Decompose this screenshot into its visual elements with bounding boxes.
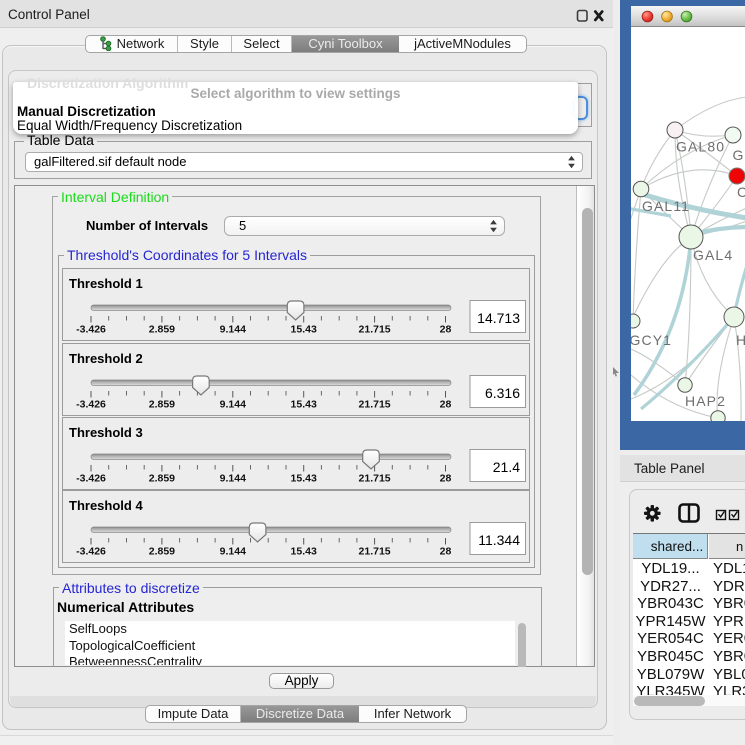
svg-text:G.: G. [733, 147, 745, 163]
svg-text:-3.426: -3.426 [76, 473, 106, 485]
svg-text:15.43: 15.43 [291, 546, 317, 558]
svg-text:9.144: 9.144 [220, 473, 246, 485]
svg-text:28: 28 [440, 546, 452, 558]
svg-text:GAL11: GAL11 [642, 198, 690, 214]
svg-text:9.144: 9.144 [220, 399, 246, 411]
svg-text:GAL80: GAL80 [676, 139, 725, 155]
svg-text:2.859: 2.859 [149, 546, 175, 558]
svg-text:21.715: 21.715 [359, 399, 391, 411]
svg-text:21.715: 21.715 [359, 473, 391, 485]
svg-text:-3.426: -3.426 [76, 324, 106, 336]
svg-text:15.43: 15.43 [291, 324, 317, 336]
svg-text:14.713: 14.713 [477, 310, 520, 326]
svg-text:-3.426: -3.426 [76, 399, 106, 411]
svg-text:28: 28 [440, 473, 452, 485]
svg-text:21.4: 21.4 [493, 459, 520, 475]
svg-text:C: C [737, 184, 745, 200]
svg-text:21.715: 21.715 [359, 324, 391, 336]
svg-text:11.344: 11.344 [478, 532, 520, 548]
svg-text:-3.426: -3.426 [76, 546, 106, 558]
svg-text:2.859: 2.859 [149, 473, 175, 485]
svg-text:28: 28 [440, 324, 452, 336]
svg-text:2.859: 2.859 [149, 399, 175, 411]
svg-text:15.43: 15.43 [291, 473, 317, 485]
svg-text:21.715: 21.715 [359, 546, 391, 558]
svg-text:GAL4: GAL4 [693, 247, 733, 263]
svg-text:6.316: 6.316 [485, 385, 520, 401]
svg-text:15.43: 15.43 [291, 399, 317, 411]
svg-text:HAP2: HAP2 [685, 393, 726, 409]
svg-text:9.144: 9.144 [220, 546, 246, 558]
svg-text:28: 28 [440, 399, 452, 411]
svg-text:Threshold 4: Threshold 4 [69, 498, 143, 513]
svg-text:Threshold 3: Threshold 3 [69, 425, 143, 440]
svg-text:GCY1: GCY1 [631, 332, 672, 348]
svg-text:2.859: 2.859 [149, 324, 175, 336]
svg-text:9.144: 9.144 [220, 324, 246, 336]
svg-text:Threshold 1: Threshold 1 [69, 276, 143, 291]
svg-text:H: H [736, 332, 745, 348]
svg-text:Threshold 2: Threshold 2 [69, 351, 143, 366]
